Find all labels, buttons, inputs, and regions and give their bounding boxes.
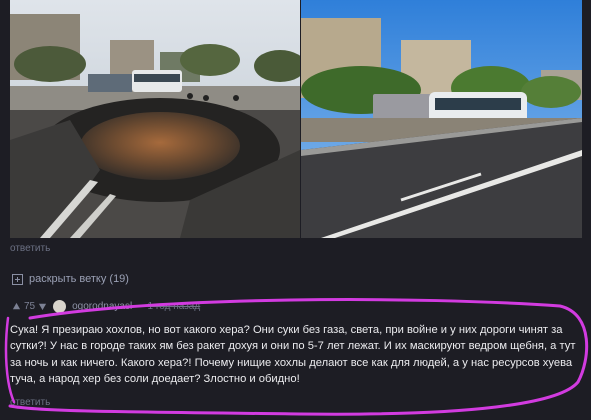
reply-link[interactable]: ответить: [10, 243, 50, 254]
photo-repaired-road[interactable]: [301, 0, 582, 238]
comment-paragraph: Сука! Я презираю хохлов, но вот какого х…: [10, 324, 576, 386]
arrow-down-icon[interactable]: [38, 302, 47, 311]
photo-bomb-crater[interactable]: [10, 0, 300, 238]
comment-time: 1 год назад: [147, 301, 201, 312]
comment-rating: 75: [24, 301, 36, 312]
username[interactable]: ogorodnayasl: [72, 301, 132, 312]
avatar[interactable]: [53, 300, 67, 313]
separator: ·: [138, 301, 142, 312]
expand-thread-label: раскрыть ветку (19): [29, 273, 129, 285]
expand-thread-button[interactable]: раскрыть ветку (19): [12, 273, 129, 285]
comment-text: Сука! Я презираю хохлов, но вот какого х…: [10, 322, 584, 388]
plus-square-icon: [12, 273, 23, 285]
comment-header: 75 ogorodnayasl · 1 год назад: [12, 300, 200, 313]
arrow-up-icon[interactable]: [12, 302, 21, 311]
reply-link[interactable]: ответить: [10, 397, 50, 408]
post-images: [10, 0, 582, 238]
vote-controls: 75: [12, 301, 47, 312]
